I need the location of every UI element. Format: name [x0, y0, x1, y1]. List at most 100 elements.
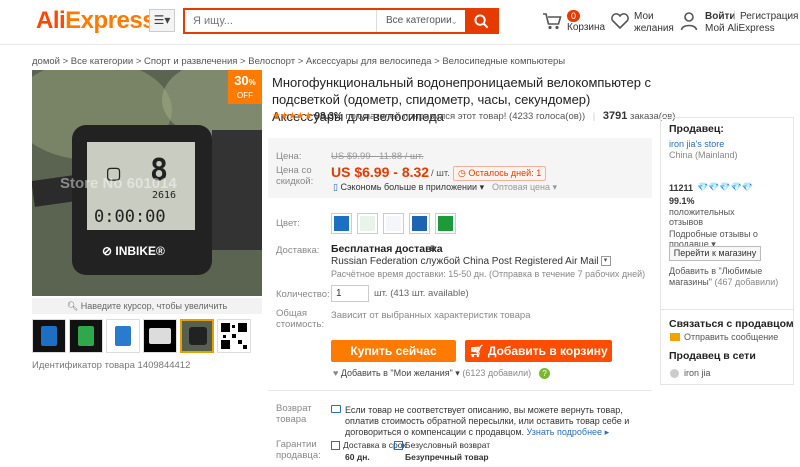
categories-menu-button[interactable]: ☰▾	[149, 9, 175, 32]
my-aliexpress-link[interactable]: Мой AliExpress	[705, 23, 775, 35]
days-left-badge: ◷ Осталось дней: 1	[453, 166, 547, 181]
chevron-down-icon: ⌄	[450, 16, 458, 26]
heart-icon[interactable]	[610, 12, 630, 30]
rating-text[interactable]: покупателей понравился этот товар! (4233…	[345, 111, 585, 122]
total-note: Зависит от выбранных характеристик товар…	[331, 310, 531, 321]
thumbnail-5[interactable]	[180, 319, 214, 353]
dropdown-icon[interactable]: ▾	[600, 256, 611, 267]
swatch-fill	[386, 216, 401, 231]
cart-plus-icon: 🛒︎	[469, 344, 488, 358]
login-link[interactable]: Войти	[705, 11, 736, 23]
guarantee-label-1: Гарантии	[276, 439, 317, 450]
online-heading: Продавец в сети	[669, 350, 756, 362]
positive-percent: 99.1%	[669, 196, 695, 206]
magnifier-icon: 🔍︎	[66, 301, 81, 311]
add-favorite-store-1[interactable]: Добавить в "Любимые	[669, 266, 762, 277]
discount-price: US $6.99 - 8.32	[331, 164, 430, 180]
total-label-1: Общая	[276, 308, 308, 319]
thumbnail-2[interactable]	[69, 319, 103, 353]
seller-score[interactable]: 11211	[669, 183, 693, 194]
shipping-method[interactable]: Russian Federation службой China Post Re…	[331, 256, 611, 267]
search-bar: Все категории⌄	[183, 8, 499, 34]
price-label: Цена:	[276, 151, 302, 162]
positive-text-2: отзывов	[669, 217, 703, 227]
breadcrumb[interactable]: домой > Все категории > Спорт и развлече…	[32, 56, 565, 67]
cart-count-badge: 0	[567, 10, 581, 22]
divider	[268, 390, 652, 391]
contact-heading: Связаться с продавцом	[669, 318, 794, 330]
learn-more-link[interactable]: Узнать подробнее ▸	[527, 427, 610, 437]
shipping-in: в	[430, 243, 436, 254]
cart-icon[interactable]	[542, 12, 562, 30]
return-guarantee-icon	[394, 441, 403, 450]
user-icon[interactable]	[680, 11, 698, 31]
wishlist-label-1[interactable]: Мои	[634, 11, 654, 23]
online-seller-name[interactable]: iron jia	[684, 368, 711, 379]
delivery-time: Расчётное время доставки: 15-50 дн. (Отп…	[331, 269, 646, 279]
search-category-label: Все категории	[386, 15, 452, 26]
return-icon	[331, 405, 341, 413]
thumbnail-3[interactable]	[106, 319, 140, 353]
orders-count: 3791	[602, 110, 628, 122]
thumbnail-4[interactable]	[143, 319, 177, 353]
register-link[interactable]: Регистрация	[740, 11, 798, 23]
search-icon	[473, 13, 488, 28]
color-swatch-3[interactable]	[383, 213, 404, 234]
heart-icon: ♥	[333, 368, 341, 378]
search-button[interactable]	[465, 10, 497, 32]
thumbnail-1[interactable]	[32, 319, 66, 353]
rating-percent: 98.3%	[314, 111, 343, 122]
delivery-guarantee-icon	[331, 441, 340, 450]
swatch-fill	[334, 216, 349, 231]
diamond-rating-icon: 💎💎💎💎💎	[697, 182, 754, 192]
wholesale-price-link[interactable]: Оптовая цена ▾	[492, 182, 557, 193]
quantity-label: Количество:	[276, 289, 330, 300]
aliexpress-logo[interactable]: AliExpress	[36, 7, 156, 35]
envelope-icon	[670, 333, 680, 341]
svg-text:Store No 601014: Store No 601014	[60, 175, 177, 192]
color-swatches	[331, 213, 456, 234]
clock-icon: ◷	[458, 168, 469, 178]
rating-row: ★★★★★ 98.3% покупателей понравился этот …	[272, 110, 675, 122]
wishlist-label-2[interactable]: желания	[634, 23, 674, 35]
seller-heading: Продавец:	[669, 123, 724, 135]
color-swatch-5[interactable]	[435, 213, 456, 234]
swatch-fill	[412, 216, 427, 231]
buy-now-button[interactable]: Купить сейчас	[331, 340, 456, 362]
add-to-wishlist[interactable]: ♥ Добавить в "Мои желания" ▾ (6123 добав…	[333, 368, 551, 379]
cart-label[interactable]: Корзина	[567, 22, 605, 34]
discount-badge: 30% OFF	[228, 70, 262, 104]
search-category-select[interactable]: Все категории ⌄	[376, 10, 465, 32]
discount-price-label-2: скидкой:	[276, 176, 314, 187]
return-policy-text: Если товар не соответствует описанию, вы…	[345, 405, 630, 437]
color-swatch-1[interactable]	[331, 213, 352, 234]
send-message-link[interactable]: Отправить сообщение	[684, 332, 778, 343]
help-icon[interactable]: ?	[539, 368, 551, 379]
add-favorite-store-2[interactable]: магазины" (467 добавили)	[669, 277, 778, 288]
save-in-app-link[interactable]: ▯ Сэкономь больше в приложении ▾	[333, 182, 484, 193]
svg-text:⊘ INBIKE®: ⊘ INBIKE®	[102, 244, 165, 258]
price-unit: / шт.	[431, 168, 450, 179]
thumbnail-qr-code[interactable]	[217, 319, 251, 353]
site-header: AliExpress ☰▾ Все категории⌄ 0 Корзина М…	[0, 0, 800, 45]
color-swatch-4[interactable]	[409, 213, 430, 234]
go-to-store-button[interactable]: Перейти к магазину	[669, 246, 761, 261]
store-name-link[interactable]: iron jia's store	[669, 139, 724, 150]
qr-code-icon	[221, 323, 247, 349]
color-swatch-2[interactable]	[357, 213, 378, 234]
svg-text:0:00:00: 0:00:00	[94, 207, 166, 227]
quantity-available: шт. (413 шт. available)	[374, 288, 469, 299]
return-guarantee: Безусловный возврат Безупречный товар	[405, 440, 491, 462]
quantity-input[interactable]: 1	[331, 285, 369, 302]
add-to-cart-button[interactable]: 🛒︎ Добавить в корзину	[465, 340, 612, 362]
search-input[interactable]	[185, 10, 376, 32]
product-id: Идентификатор товара 1409844412	[32, 360, 191, 371]
rating-stars[interactable]: ★★★★★	[272, 111, 313, 122]
total-label-2: стоимость:	[276, 319, 325, 330]
return-label-2: товара	[276, 414, 307, 425]
guarantee-label-2: продавца:	[276, 450, 321, 461]
rating-divider: |	[592, 111, 596, 122]
header-divider: |	[733, 10, 736, 21]
shipping-label: Доставка:	[276, 245, 320, 256]
chevron-down-icon: ▾	[550, 182, 558, 192]
